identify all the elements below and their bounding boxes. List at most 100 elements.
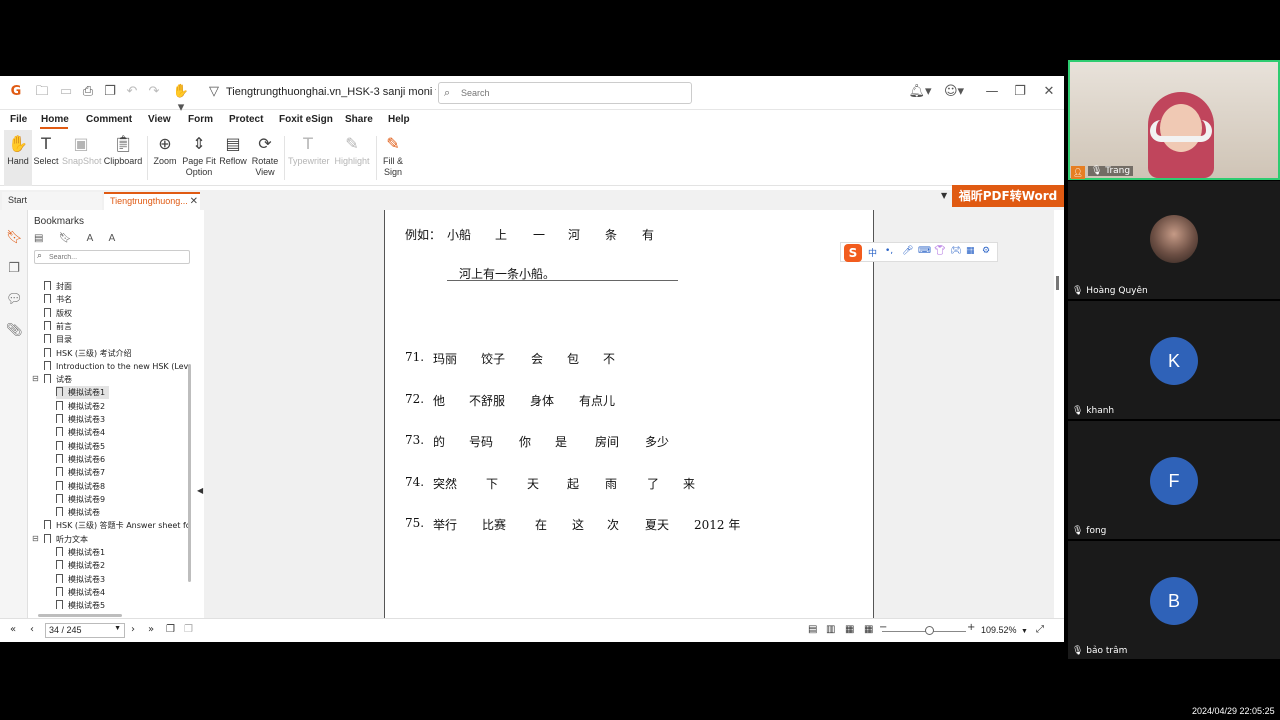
document-scrollbar-thumb[interactable]	[1056, 276, 1059, 290]
print-icon[interactable]: ⎙	[80, 84, 96, 100]
bookmark-search-box[interactable]: ⌕	[34, 250, 190, 264]
participant-tile-fong[interactable]: F 🎙︎ fong	[1068, 421, 1280, 539]
continuous-facing-icon[interactable]: ▦	[864, 624, 873, 635]
zoom-slider-knob[interactable]	[925, 626, 934, 635]
hand-tool-button[interactable]: ✋ Hand	[4, 130, 32, 186]
bookmark-collapse-toggle[interactable]: ⊟	[32, 374, 40, 383]
toolbox-icon[interactable]: ▦	[966, 246, 975, 256]
redo-icon[interactable]: ↷	[146, 84, 162, 100]
facing-page-icon[interactable]: ▦	[845, 624, 854, 635]
close-tab-icon[interactable]: ✕	[190, 196, 198, 207]
bookmark-item[interactable]: HSK (三级) 答题卡 Answer sheet fo	[44, 519, 190, 532]
bookmark-item[interactable]: Introduction to the new HSK (Level	[44, 360, 190, 373]
microphone-icon[interactable]: 🎤︎	[902, 246, 913, 256]
bookmark-item[interactable]: 模拟试卷2	[56, 559, 109, 572]
account-icon[interactable]: ☺▾	[942, 84, 966, 100]
zoom-in-icon[interactable]: +	[967, 622, 975, 633]
pdf-to-word-button[interactable]: 福昕PDF转Word	[952, 185, 1064, 207]
page-dropdown-icon[interactable]: ▼	[114, 625, 121, 632]
bookmark-tools[interactable]: ▤ 🔖︎ A A	[34, 233, 121, 244]
attachments-panel-icon[interactable]: 📎︎	[6, 323, 23, 339]
select-tool-button[interactable]: T Select	[33, 130, 59, 186]
bookmark-item[interactable]: 模拟试卷3	[56, 413, 109, 426]
bookmark-collapse-toggle[interactable]: ⊟	[32, 534, 40, 543]
bookmark-scrollbar[interactable]	[188, 364, 191, 582]
bookmark-item[interactable]: HSK (三级) 考试介绍	[44, 347, 136, 360]
bookmark-item[interactable]: 封面	[44, 280, 76, 293]
skin-icon[interactable]: 👕︎	[934, 246, 945, 256]
bell-icon[interactable]: 🔔︎▾	[908, 84, 932, 100]
bookmark-item[interactable]: 版权	[44, 307, 76, 320]
menu-file[interactable]: File	[10, 114, 27, 125]
bookmark-item[interactable]: 目录	[44, 333, 76, 346]
restore-icon[interactable]: ❐	[1012, 84, 1028, 100]
bookmark-item[interactable]: 模拟试卷9	[56, 493, 109, 506]
page-view-icon[interactable]: ❐	[184, 624, 193, 635]
comments-panel-icon[interactable]: 💬︎	[6, 292, 23, 308]
snapshot-button[interactable]: ▣ SnapShot	[62, 130, 102, 186]
save-icon[interactable]: ▭	[58, 84, 74, 100]
previous-page-icon[interactable]: ‹	[30, 624, 34, 635]
bookmark-item[interactable]: 模拟试卷1	[56, 546, 109, 559]
zoom-level-field[interactable]: 109.52% ▼	[978, 623, 1034, 639]
bookmark-item[interactable]: 模拟试卷4	[56, 586, 109, 599]
first-page-icon[interactable]: «	[10, 624, 16, 635]
participant-tile-trang[interactable]: 👤︎ 🎙︎ Trang	[1068, 60, 1280, 180]
menu-help[interactable]: Help	[388, 114, 410, 125]
menu-form[interactable]: Form	[188, 114, 213, 125]
typewriter-button[interactable]: T Typewriter	[288, 130, 330, 186]
collapse-panel-icon[interactable]: ◀	[197, 486, 203, 495]
menu-view[interactable]: View	[148, 114, 171, 125]
menu-share[interactable]: Share	[345, 114, 373, 125]
last-page-icon[interactable]: »	[148, 624, 154, 635]
rotate-view-button[interactable]: ⟳ Rotate View	[250, 130, 280, 186]
chinese-mode-icon[interactable]: 中	[868, 246, 877, 259]
sogou-logo-icon[interactable]: S	[844, 244, 862, 262]
participant-tile-hoang-quyen[interactable]: 🎙︎ Hoàng Quyên	[1068, 181, 1280, 299]
pages-panel-icon[interactable]: ❐	[6, 261, 22, 277]
convert-dropdown-icon[interactable]: ▼	[941, 191, 947, 200]
bookmark-panel-icon[interactable]: 🔖︎	[6, 230, 23, 246]
bookmark-item[interactable]: 前言	[44, 320, 76, 333]
next-page-icon[interactable]: ›	[131, 624, 135, 635]
search-input[interactable]	[461, 86, 681, 100]
tab-start[interactable]: Start	[2, 192, 102, 210]
copy-icon[interactable]: ❐	[102, 84, 118, 100]
bookmark-item[interactable]: 模拟试卷5	[56, 440, 109, 453]
fullscreen-icon[interactable]: ⤢	[1036, 624, 1044, 635]
highlight-button[interactable]: ✎ Highlight	[333, 130, 371, 186]
hand-tool-dropdown-icon[interactable]: ✋▾	[170, 84, 192, 115]
participant-tile-khanh[interactable]: K 🎙︎ khanh	[1068, 301, 1280, 419]
search-box[interactable]: ⌕	[438, 82, 692, 104]
close-icon[interactable]: ✕	[1041, 84, 1057, 100]
bookmark-item[interactable]: 试卷	[44, 373, 76, 386]
bookmark-item[interactable]: 模拟试卷1	[56, 386, 110, 400]
bookmark-item[interactable]: 模拟试卷7	[56, 466, 109, 479]
clipboard-button[interactable]: 📋︎ Clipboard	[103, 130, 143, 186]
bookmark-item[interactable]: 模拟试卷4	[56, 426, 109, 439]
zoom-dropdown-icon[interactable]: ▼	[1021, 628, 1028, 635]
zoom-slider-track[interactable]	[882, 631, 966, 632]
menu-comment[interactable]: Comment	[86, 114, 132, 125]
page-fit-option-button[interactable]: ⇕ Page Fit Option	[182, 130, 216, 186]
bookmark-horizontal-scrollbar[interactable]	[38, 614, 122, 617]
bookmark-item[interactable]: 听力文本	[44, 533, 92, 546]
punctuation-icon[interactable]: •,	[885, 246, 893, 256]
undo-icon[interactable]: ↶	[124, 84, 140, 100]
filter-icon[interactable]: ▽	[206, 84, 222, 100]
tab-document[interactable]: Tiengtrungthuong... ✕	[104, 192, 200, 210]
zoom-button[interactable]: ⊕ Zoom	[151, 130, 179, 186]
bookmark-search-input[interactable]	[49, 252, 187, 262]
bookmark-item[interactable]: 模拟试卷8	[56, 480, 109, 493]
page-number-field[interactable]: 34 / 245 ▼	[45, 623, 125, 638]
bookmark-item[interactable]: 书名	[44, 293, 76, 306]
game-icon[interactable]: 🎮︎	[950, 246, 961, 256]
menu-foxit-esign[interactable]: Foxit eSign	[279, 114, 333, 125]
single-page-icon[interactable]: ▤	[808, 624, 817, 635]
fill-sign-button[interactable]: ✎ Fill & Sign	[380, 130, 406, 186]
multi-page-icon[interactable]: ❐	[166, 624, 175, 635]
bookmark-item[interactable]: 模拟试卷5	[56, 599, 109, 610]
bookmark-item[interactable]: 模拟试卷	[56, 506, 104, 519]
bookmark-item[interactable]: 模拟试卷3	[56, 573, 109, 586]
minimize-icon[interactable]: —	[984, 84, 1000, 100]
